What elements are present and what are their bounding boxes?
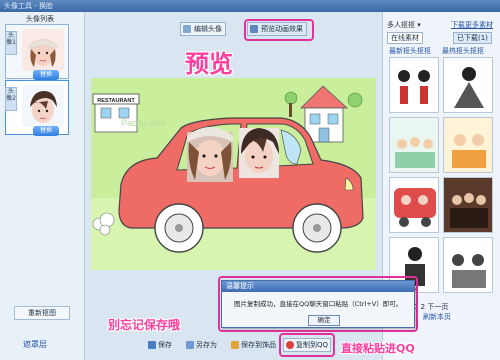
save-button[interactable]: 保存 [145,338,175,352]
window-titlebar: 头像工具 - 换脸 [0,0,500,12]
paste-qq-annotation: 直接粘贴进QQ [341,342,415,355]
avatar-slot-2[interactable]: 头像2 替换 [5,80,69,136]
car-wheel-front [154,203,204,253]
preview-annotation: 预览 [185,50,233,78]
dialog-message: 图片复制成功，直接在QQ聊天窗口粘贴（Ctrl+V）即可。 [234,300,403,308]
avatar-list-title: 头像列表 [26,15,54,23]
avatar-list-panel: 头像列表 头像1 替换 头像2 替换 重新抠图 遮罩层 [0,12,85,360]
avatar-slot-tab[interactable]: 头像2 [5,87,17,111]
replace-button[interactable]: 替换 [33,126,59,136]
tab-online-label: 在线素材 [391,34,419,42]
pagination[interactable]: 1 2 下一页 [414,302,448,312]
car-scene: RESTAURANT Pacitu.com [91,78,376,270]
avatar-slot-tab[interactable]: 头像1 [5,31,17,55]
refresh-link[interactable]: 刷新本页 [423,312,451,322]
material-thumb[interactable] [389,57,439,113]
replace-button[interactable]: 替换 [33,70,59,80]
avatar-slot-1[interactable]: 头像1 替换 [5,24,69,80]
face-1 [187,127,233,182]
mask-layer-link[interactable]: 遮罩层 [23,339,47,350]
avatar-thumbnail [22,29,64,71]
material-thumb[interactable] [443,117,493,173]
save-as-label: 另存为 [196,341,217,349]
material-thumb[interactable] [443,237,493,293]
material-thumb[interactable] [389,177,439,233]
tab-online[interactable]: 在线素材 [387,32,423,44]
category-hot[interactable]: 最热抠头抠抠 [442,46,484,56]
preview-highlight-box [244,19,314,41]
material-thumb[interactable] [389,117,439,173]
window-title: 头像工具 - 换脸 [4,2,53,10]
gift-icon [231,341,239,349]
remember-save-annotation: 别忘记保存哦 [108,318,181,332]
material-thumb[interactable] [443,177,493,233]
dialog-ok-button[interactable]: 确定 [308,315,340,326]
edit-icon [183,25,191,33]
edit-avatar-button[interactable]: 编辑头像 [180,22,226,36]
watermark: Pacitu.com [121,118,166,128]
copy-highlight-box [279,333,335,357]
category-select[interactable]: 多人抠抠 ▾ [387,20,421,30]
face-2 [239,128,279,178]
download-more-link[interactable]: 下载更多素材 [451,20,493,30]
edit-avatar-label: 编辑头像 [194,25,222,33]
category-latest[interactable]: 最新抠头抠抠 [389,46,431,56]
save-as-icon [186,341,194,349]
material-thumb[interactable] [443,57,493,113]
restaurant-sign: RESTAURANT [97,98,135,104]
tip-dialog: 温馨提示 图片复制成功，直接在QQ聊天窗口粘贴（Ctrl+V）即可。 确定 [221,280,415,328]
tab-downloaded-label: 已下载(1) [457,34,488,42]
editing-canvas[interactable]: RESTAURANT Pacitu.com [91,78,376,270]
save-icon [148,341,156,349]
car-wheel-rear [292,203,342,253]
save-as-button[interactable]: 另存为 [183,338,220,352]
avatar-thumbnail [22,85,64,127]
save-to-gift-label: 保存到饰品 [241,341,276,349]
dialog-title: 温馨提示 [222,281,414,292]
tab-downloaded[interactable]: 已下载(1) [453,32,492,44]
save-to-gift-button[interactable]: 保存到饰品 [228,338,279,352]
save-label: 保存 [158,341,172,349]
reset-crop-button[interactable]: 重新抠图 [14,306,70,320]
